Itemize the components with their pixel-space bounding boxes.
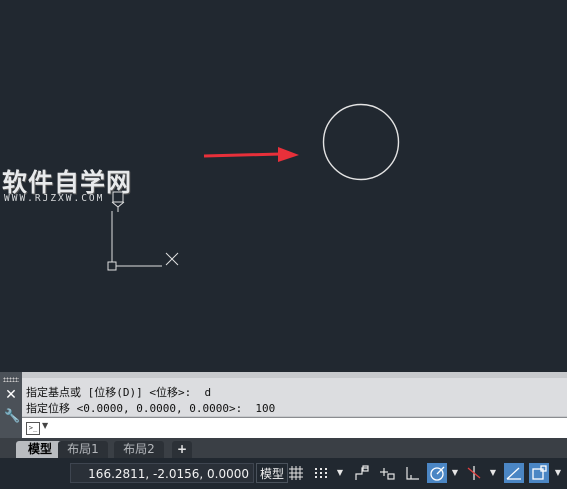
command-input[interactable]: >_ ▼ (22, 417, 567, 439)
polar-tracking-icon[interactable] (427, 463, 447, 483)
command-history: 指定基点或 [位移(D)] <位移>: d 指定位移 <0.0000, 0.00… (22, 378, 567, 416)
polar-dropdown-chevron-icon[interactable]: ▼ (450, 463, 460, 483)
ortho-icon[interactable] (402, 463, 422, 483)
command-prompt-icon[interactable]: >_ (26, 422, 40, 435)
command-line-sidebar: ✕ 🔧 (0, 372, 22, 438)
status-bar: 166.2811, -2.0156, 0.0000 模型 ▼ ▼ ▼ ▼ (0, 458, 567, 489)
drag-grip-icon[interactable] (3, 377, 19, 382)
snap-dropdown-chevron-icon[interactable]: ▼ (335, 463, 345, 483)
tab-layout2[interactable]: 布局2 (114, 441, 164, 458)
lineweight-icon[interactable] (504, 463, 524, 483)
annotation-icon[interactable] (529, 463, 549, 483)
annotation-arrow-head (278, 147, 299, 162)
chevron-down-icon[interactable]: ▼ (42, 421, 48, 430)
grid-icon[interactable] (286, 463, 306, 483)
layout-tabs: 模型 布局1 布局2 + (0, 438, 567, 458)
annotation-arrow-shaft (203, 152, 282, 158)
tracking-dropdown-chevron-icon[interactable]: ▼ (488, 463, 498, 483)
close-icon[interactable]: ✕ (4, 388, 18, 402)
coordinate-readout[interactable]: 166.2811, -2.0156, 0.0000 (70, 463, 254, 483)
tab-layout1[interactable]: 布局1 (58, 441, 108, 458)
dynamic-input-icon[interactable] (377, 463, 397, 483)
drawing-canvas[interactable]: 软件自学网 WWW.RJZXW.COM (0, 0, 567, 372)
object-snap-tracking-icon[interactable] (464, 463, 484, 483)
wrench-icon[interactable]: 🔧 (4, 410, 20, 424)
command-history-line-1: 指定基点或 [位移(D)] <位移>: d (26, 386, 212, 399)
watermark-url: WWW.RJZXW.COM (4, 193, 105, 204)
infer-constraints-icon[interactable] (352, 463, 372, 483)
ucs-origin-box (107, 261, 117, 271)
ucs-y-mark-right (117, 201, 125, 208)
command-history-line-2: 指定位移 <0.0000, 0.0000, 0.0000>: 100 (26, 402, 276, 415)
snap-icon[interactable] (311, 463, 331, 483)
annotation-dropdown-chevron-icon[interactable]: ▼ (553, 463, 563, 483)
tab-model[interactable]: 模型 (16, 441, 64, 458)
add-layout-button[interactable]: + (172, 441, 193, 458)
command-line-window: ✕ 🔧 指定基点或 [位移(D)] <位移>: d 指定位移 <0.0000, … (0, 372, 567, 439)
ucs-y-mark-left (111, 201, 119, 208)
drawn-circle[interactable] (322, 103, 400, 181)
model-space-button[interactable]: 模型 (256, 463, 289, 483)
